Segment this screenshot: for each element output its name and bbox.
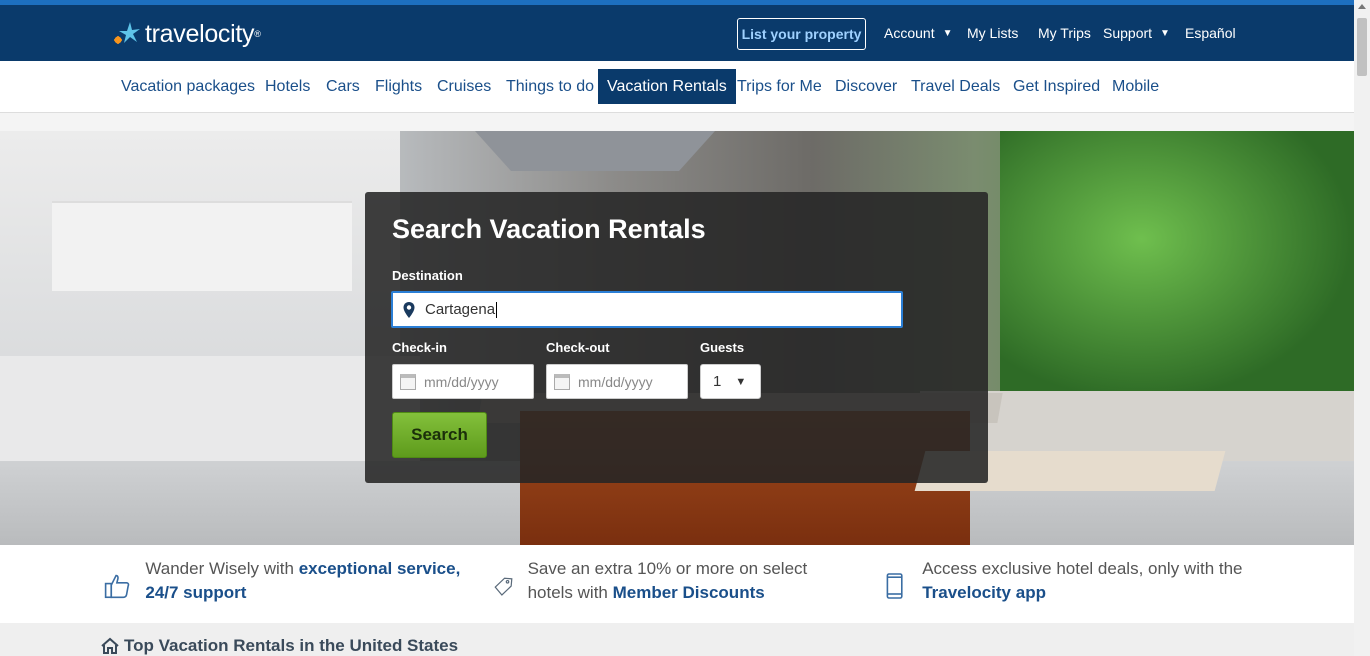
search-title: Search Vacation Rentals [392,214,706,244]
guests-select[interactable]: 1 ▼ [700,364,761,399]
nav-trips-for-me[interactable]: Trips for Me [728,69,831,104]
chevron-down-icon: ▼ [735,375,747,388]
search-panel: Search Vacation Rentals Destination Cart… [365,192,988,483]
top-header: travelocity ® List your property Account … [0,0,1354,61]
nav-discover[interactable]: Discover [826,69,906,104]
benefit-service: Wander Wisely with exceptional service, … [104,557,484,605]
hero-lower-cabinets [0,356,420,476]
guests-value: 1 [713,373,722,390]
benefit-app: Access exclusive hotel deals, only with … [881,557,1281,605]
main-nav: Vacation packages Hotels Cars Flights Cr… [0,61,1354,113]
benefit-discounts: Save an extra 10% or more on select hote… [493,557,843,605]
nav-hotels[interactable]: Hotels [256,69,319,104]
hero-trees [1000,131,1354,401]
nav-cruises[interactable]: Cruises [428,69,500,104]
checkout-input[interactable]: mm/dd/yyyy [546,364,688,399]
map-pin-icon [403,301,415,318]
nav-flights[interactable]: Flights [366,69,431,104]
destination-value: Cartagena [425,301,496,318]
section-title: Top Vacation Rentals in the United State… [101,636,458,656]
phone-icon [886,573,903,599]
brand-tm: ® [254,29,261,39]
section-title-text: Top Vacation Rentals in the United State… [124,636,459,655]
page-scrollbar[interactable] [1354,0,1370,656]
calendar-icon [554,373,570,390]
nav-vacation-rentals[interactable]: Vacation Rentals [598,69,736,104]
benefit-service-text: Wander Wisely with exceptional service, … [145,557,484,605]
checkout-label: Check-out [546,340,610,355]
checkout-placeholder: mm/dd/yyyy [578,373,653,390]
espanol-link[interactable]: Español [1185,25,1236,41]
checkin-placeholder: mm/dd/yyyy [424,373,499,390]
hero-upper-cabinets [52,201,352,291]
chevron-down-icon: ▼ [942,27,953,39]
account-menu[interactable]: Account ▼ [884,25,953,41]
brand-name: travelocity [145,19,255,48]
list-your-property-button[interactable]: List your property [737,18,866,50]
checkin-input[interactable]: mm/dd/yyyy [392,364,534,399]
scroll-thumb[interactable] [1357,18,1367,76]
top-rentals-section: Top Vacation Rentals in the United State… [0,623,1354,656]
support-label: Support [1103,25,1153,41]
checkin-label: Check-in [392,340,447,355]
text-cursor [496,301,498,318]
nav-get-inspired[interactable]: Get Inspired [1004,69,1109,104]
scroll-up-arrow-icon[interactable] [1358,4,1366,9]
nav-mobile[interactable]: Mobile [1103,69,1168,104]
nav-things-to-do[interactable]: Things to do [497,69,603,104]
guests-label: Guests [700,340,745,355]
hero-range-hood [475,131,715,171]
tag-icon [494,577,513,596]
benefit-discounts-bold[interactable]: Member Discounts [613,583,765,602]
my-lists-link[interactable]: My Lists [967,25,1018,41]
travelocity-logo[interactable]: travelocity ® [112,18,261,50]
nav-travel-deals[interactable]: Travel Deals [902,69,1009,104]
hero-banner: Search Vacation Rentals Destination Cart… [0,131,1354,545]
benefit-discounts-text: Save an extra 10% or more on select hote… [528,557,843,605]
destination-input[interactable]: Cartagena [391,291,903,328]
support-menu[interactable]: Support ▼ [1103,25,1170,41]
nav-vacation-packages[interactable]: Vacation packages [112,69,264,104]
calendar-icon [400,373,416,390]
chevron-down-icon: ▼ [1160,27,1170,39]
benefit-app-bold[interactable]: Travelocity app [922,583,1046,602]
benefit-app-text: Access exclusive hotel deals, only with … [922,557,1281,605]
home-icon [101,637,119,654]
nav-cars[interactable]: Cars [317,69,369,104]
benefits-strip: Wander Wisely with exceptional service, … [0,545,1354,623]
search-button[interactable]: Search [392,412,487,458]
account-label: Account [884,25,935,41]
destination-label: Destination [392,268,463,283]
my-trips-link[interactable]: My Trips [1038,25,1091,41]
roaming-gnome-star-icon [114,22,140,44]
thumbs-up-icon [104,574,130,599]
benefit-app-plain: Access exclusive hotel deals, only with … [922,559,1243,578]
benefit-service-plain: Wander Wisely with [145,559,299,578]
spacer [0,113,1354,131]
